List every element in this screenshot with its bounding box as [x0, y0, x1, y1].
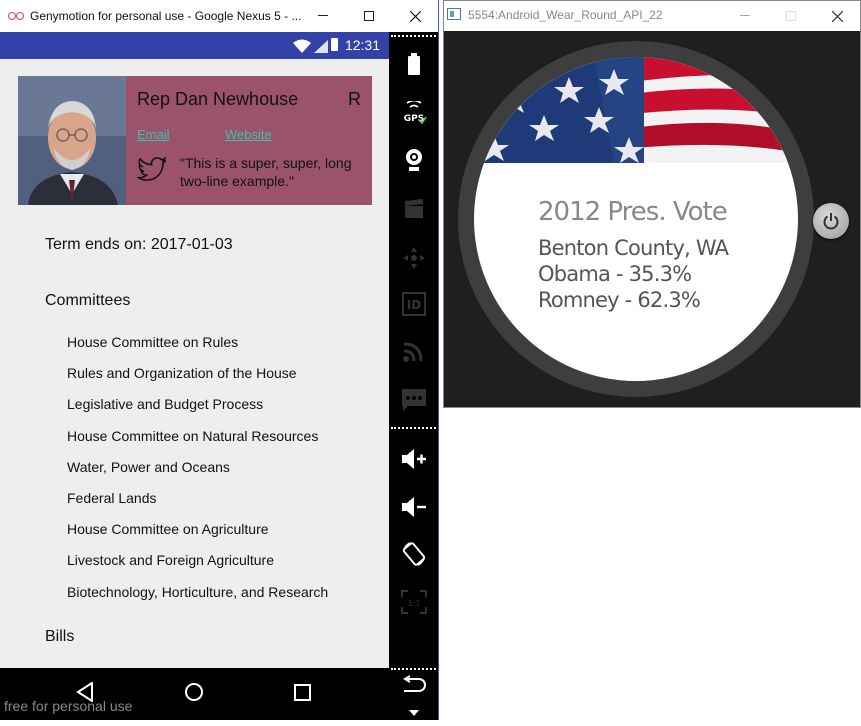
- representative-name: Rep Dan Newhouse: [137, 89, 299, 109]
- maximize-button[interactable]: [346, 0, 392, 32]
- emulator-app-icon: [447, 8, 461, 20]
- battery-status-icon: [331, 38, 338, 51]
- committee-item[interactable]: House Committee on Natural Resources: [67, 428, 328, 459]
- committee-list: House Committee on Rules Rules and Organ…: [67, 334, 328, 615]
- watch-face[interactable]: 2012 Pres. Vote Benton County, WA Obama …: [474, 57, 798, 381]
- committee-item[interactable]: Federal Lands: [67, 490, 328, 521]
- vote-card-title: 2012 Pres. Vote: [538, 197, 728, 227]
- bills-heading: Bills: [45, 628, 75, 645]
- toolbar-divider: [391, 35, 436, 37]
- term-end-label: Term ends on: 2017-01-03: [45, 236, 233, 253]
- party-badge: R: [348, 89, 361, 109]
- tweet-text: "This is a super, super, long two-line e…: [180, 155, 352, 189]
- committee-item[interactable]: Water, Power and Oceans: [67, 459, 328, 490]
- website-link[interactable]: Website: [225, 127, 272, 142]
- power-icon: [823, 213, 839, 230]
- signal-icon: [314, 40, 328, 53]
- committee-item[interactable]: Biotechnology, Horticulture, and Researc…: [67, 584, 328, 615]
- wear-titlebar: 5554:Android_Wear_Round_API_22: [444, 1, 860, 31]
- genymotion-toolbar: GPS ID 1:1: [389, 32, 438, 720]
- close-button[interactable]: [392, 0, 438, 32]
- status-bar: 12:31: [0, 32, 389, 59]
- back-icon[interactable]: [401, 672, 427, 698]
- rotate-icon[interactable]: [401, 541, 427, 567]
- sms-icon[interactable]: [401, 387, 427, 413]
- wear-minimize-button[interactable]: [722, 1, 768, 31]
- committees-heading: Committees: [45, 292, 131, 309]
- genymotion-window: Genymotion for personal use - Google Nex…: [0, 0, 439, 720]
- genymotion-titlebar: Genymotion for personal use - Google Nex…: [0, 0, 438, 32]
- scroll-down-icon[interactable]: [401, 700, 427, 726]
- wifi-icon: [293, 39, 311, 53]
- toolbar-divider: [391, 427, 436, 429]
- video-icon[interactable]: [401, 196, 427, 222]
- county-label: Benton County, WA: [538, 236, 729, 260]
- battery-icon[interactable]: [401, 51, 427, 77]
- obama-result: Obama - 35.3%: [538, 262, 692, 286]
- nav-home-button[interactable]: [185, 683, 203, 701]
- personal-use-watermark: free for personal use: [4, 698, 133, 714]
- committee-item[interactable]: Legislative and Budget Process: [67, 396, 328, 427]
- volume-up-icon[interactable]: [401, 446, 427, 472]
- android-screen: 12:31 Rep Dan Newhouse R Email Website "…: [0, 32, 389, 720]
- wear-window-title: 5554:Android_Wear_Round_API_22: [468, 8, 663, 22]
- committee-item[interactable]: House Committee on Rules: [67, 334, 328, 365]
- volume-down-icon[interactable]: [401, 494, 427, 520]
- nav-recents-button[interactable]: [294, 684, 311, 701]
- wear-emulator-window: 5554:Android_Wear_Round_API_22 2012 Pres…: [443, 0, 861, 408]
- wear-close-button[interactable]: [814, 1, 860, 31]
- pixel-perfect-icon[interactable]: 1:1: [401, 589, 427, 615]
- representative-photo: [18, 76, 126, 205]
- committee-item[interactable]: House Committee on Agriculture: [67, 521, 328, 552]
- status-time: 12:31: [344, 37, 380, 53]
- window-title: Genymotion for personal use - Google Nex…: [30, 9, 302, 23]
- romney-result: Romney - 62.3%: [538, 288, 701, 312]
- id-icon[interactable]: ID: [401, 291, 427, 317]
- genymotion-logo-icon: [8, 11, 24, 21]
- cast-icon[interactable]: [401, 338, 427, 364]
- camera-icon[interactable]: [401, 147, 427, 173]
- svg-text:ID: ID: [407, 298, 421, 312]
- representative-card[interactable]: Rep Dan Newhouse R Email Website "This i…: [18, 76, 372, 205]
- minimize-button[interactable]: [300, 0, 346, 32]
- email-link[interactable]: Email: [137, 127, 170, 142]
- committee-item[interactable]: Rules and Organization of the House: [67, 365, 328, 396]
- wear-maximize-button[interactable]: [768, 1, 814, 31]
- svg-text:1:1: 1:1: [408, 599, 421, 608]
- committee-item[interactable]: Livestock and Foreign Agriculture: [67, 552, 328, 583]
- american-flag-image: [474, 57, 798, 163]
- twitter-icon[interactable]: [137, 156, 167, 184]
- watch-power-button[interactable]: [813, 203, 849, 239]
- toolbar-divider: [391, 668, 436, 670]
- dpad-icon[interactable]: [401, 245, 427, 271]
- gps-icon[interactable]: GPS: [401, 100, 427, 126]
